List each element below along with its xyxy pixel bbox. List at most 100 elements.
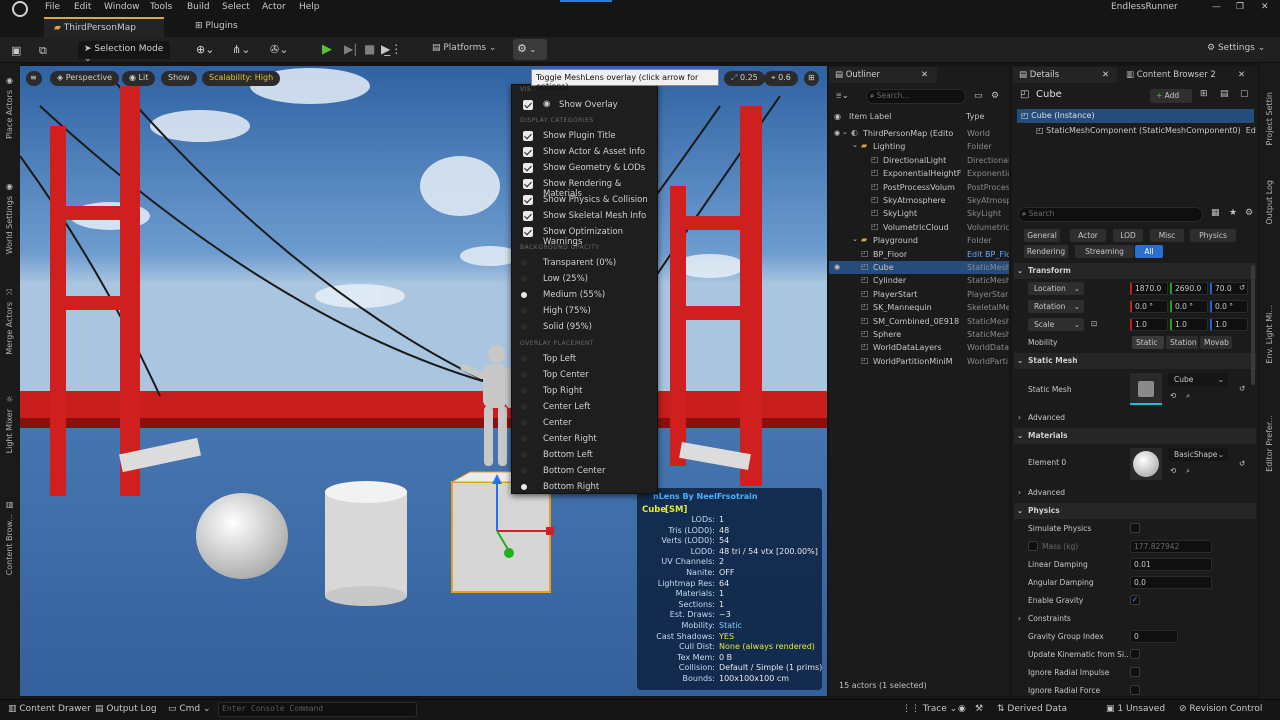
outliner-row[interactable]: ◰ ExponentialHeightF Exponentia	[829, 167, 1009, 180]
outliner-row[interactable]: ◰ SM_Combined_0E918 StaticMesh	[829, 315, 1009, 328]
mobility-static[interactable]: Static	[1132, 336, 1164, 349]
save-icon[interactable]: ▣	[11, 44, 21, 57]
component-row[interactable]: ◰ StaticMeshComponent (StaticMeshCompone…	[1036, 126, 1256, 138]
menu-item-display-1[interactable]: Show Actor & Asset Info	[512, 144, 659, 160]
details-settings-icon[interactable]: ⚙	[1245, 208, 1253, 218]
checkbox[interactable]	[523, 163, 533, 173]
world-settings-icon[interactable]: ◉	[6, 182, 13, 191]
outliner-row[interactable]: ▰ ⌄ Lighting Folder	[829, 140, 1009, 153]
mobility-stationary[interactable]: Station	[1166, 336, 1198, 349]
use-selected-icon[interactable]: ⟲	[1170, 466, 1176, 475]
unsaved-button[interactable]: ▣ 1 Unsaved	[1106, 704, 1165, 714]
table-view-icon[interactable]: ▦	[1211, 208, 1220, 218]
scale-y-field[interactable]: 1.0	[1170, 318, 1208, 331]
column-type[interactable]: Type	[966, 112, 984, 121]
mesh-thumbnail[interactable]	[1130, 373, 1162, 405]
checkbox[interactable]	[523, 179, 533, 189]
layout-button[interactable]: ⊞	[804, 71, 819, 86]
browse-asset-icon[interactable]: ⌕	[1186, 466, 1190, 476]
eject-icon[interactable]: ▶̲⋮	[381, 42, 402, 56]
revision-control-button[interactable]: ⊘ Revision Control	[1179, 704, 1262, 714]
close-icon[interactable]: ✕	[1238, 70, 1245, 80]
menu-tools[interactable]: Tools	[150, 2, 172, 12]
menu-file[interactable]: File	[45, 2, 60, 12]
blueprint-icon[interactable]: ⋔⌄	[232, 43, 250, 56]
component-instance-row[interactable]: ◰ Cube (Instance)	[1017, 109, 1254, 123]
add-component-button[interactable]: + Add	[1150, 89, 1192, 103]
details-view-icon[interactable]: ▤	[1220, 89, 1229, 99]
platforms-button[interactable]: ▤ Platforms ⌄	[432, 43, 496, 53]
rotation-x-field[interactable]: 0.0 °	[1130, 300, 1168, 313]
menu-item-display-6[interactable]: Show Optimization Warnings	[512, 224, 659, 247]
selection-mode-dropdown[interactable]: ➤ Selection Mode ⌄	[78, 41, 170, 64]
ignore-radial-impulse-checkbox[interactable]	[1130, 667, 1140, 677]
close-icon[interactable]: ✕	[1102, 70, 1109, 80]
play-icon[interactable]: ▶	[322, 42, 332, 57]
section-transform[interactable]: ⌄ Transform	[1014, 263, 1256, 279]
menu-item-opacity-0[interactable]: Transparent (0%)	[512, 255, 659, 271]
use-selected-icon[interactable]: ⟲	[1170, 391, 1176, 400]
menu-item-display-4[interactable]: Show Physics & Collision	[512, 192, 659, 208]
output-log-button[interactable]: ▤ Output Log	[95, 704, 157, 714]
menu-item-placement-2[interactable]: Top Right	[512, 383, 659, 399]
outliner-row[interactable]: ◰ Cylinder StaticMesh	[829, 274, 1009, 287]
meshlens-toolbar-button[interactable]: ⚙ ⌄	[513, 39, 547, 60]
browse-asset-icon[interactable]: ⌕	[1186, 391, 1190, 401]
menu-item-placement-6[interactable]: Bottom Left	[512, 447, 659, 463]
reset-icon[interactable]: ↺	[1239, 459, 1245, 468]
menu-item-placement-1[interactable]: Top Center	[512, 367, 659, 383]
menu-item-opacity-4[interactable]: Solid (95%)	[512, 319, 659, 335]
right-tab-editor-preferences[interactable]: Editor Prefer...	[1265, 415, 1274, 472]
menu-item-display-5[interactable]: Show Skeletal Mesh Info	[512, 208, 659, 224]
outliner-row[interactable]: ◉ ◐ ⌄ ThirdPersonMap (Edito World	[829, 127, 1009, 140]
chevron-down-icon[interactable]: ⌄	[852, 141, 858, 149]
filter-icon[interactable]: ⩸⌄	[836, 91, 849, 101]
console-command-input[interactable]: Enter Console Command	[218, 702, 417, 717]
filter-chip[interactable]: LOD	[1113, 229, 1143, 242]
lock-icon[interactable]: ▢	[1240, 89, 1249, 99]
right-tab-project-settings[interactable]: Project Settin	[1265, 92, 1274, 145]
mass-override-checkbox[interactable]	[1028, 541, 1038, 551]
simulate-physics-checkbox[interactable]	[1130, 523, 1140, 533]
reset-icon[interactable]: ↺	[1239, 384, 1245, 393]
advanced-row[interactable]: › Advanced	[1014, 411, 1256, 425]
filter-chip[interactable]: All	[1135, 245, 1163, 258]
section-static-mesh[interactable]: ⌄ Static Mesh	[1014, 353, 1256, 369]
visibility-eye-icon[interactable]: ◉	[834, 129, 840, 137]
show-button[interactable]: Show	[161, 71, 197, 86]
menu-item-show-overlay[interactable]: ◉ Show Overlay	[512, 97, 659, 113]
menu-help[interactable]: Help	[299, 2, 320, 12]
menu-item-opacity-1[interactable]: Low (25%)	[512, 271, 659, 287]
favorite-star-icon[interactable]: ★	[1229, 208, 1237, 218]
settings-button[interactable]: ⚙ Settings ⌄	[1207, 43, 1265, 53]
derived-data-button[interactable]: ⇅ Derived Data	[997, 704, 1067, 714]
filter-chip[interactable]: Actor	[1070, 229, 1106, 242]
camera-speed-button[interactable]: ⤢ 0.25	[724, 71, 765, 86]
outliner-row[interactable]: ◰ WorldPartitionMiniM WorldParti	[829, 355, 1009, 368]
outliner-row[interactable]: ◰ SkyLight SkyLight	[829, 207, 1009, 220]
content-drawer-button[interactable]: ▥ Content Drawer	[8, 704, 91, 714]
tab-plugins[interactable]: ⊞ Plugins	[185, 17, 265, 37]
checkbox[interactable]	[523, 227, 533, 237]
close-window-icon[interactable]: ✕	[1261, 2, 1269, 12]
rotation-z-field[interactable]: 0.0 °	[1210, 300, 1248, 313]
static-mesh-dropdown[interactable]: Cube ⌄	[1168, 373, 1228, 386]
menu-item-placement-7[interactable]: Bottom Center	[512, 463, 659, 479]
tools-icon[interactable]: ⚒	[975, 704, 983, 714]
menu-item-display-3[interactable]: Show Rendering & Materials	[512, 176, 659, 199]
outliner-row[interactable]: ◰ PostProcessVolum PostProces	[829, 181, 1009, 194]
details-search-input[interactable]: ⌕ Search	[1018, 207, 1203, 222]
menu-actor[interactable]: Actor	[262, 2, 286, 12]
record-icon[interactable]: ◉	[958, 704, 966, 714]
filter-chip[interactable]: General	[1024, 229, 1060, 242]
outliner-row[interactable]: ◰ WorldDataLayers WorldDatal	[829, 341, 1009, 354]
location-y-field[interactable]: 2690.0	[1170, 282, 1208, 295]
perspective-button[interactable]: ◈ Perspective	[50, 71, 120, 86]
filter-chip[interactable]: Physics	[1190, 229, 1236, 242]
menu-item-placement-3[interactable]: Center Left	[512, 399, 659, 415]
menu-item-display-2[interactable]: Show Geometry & LODs	[512, 160, 659, 176]
update-kinematic-checkbox[interactable]	[1130, 649, 1140, 659]
material-dropdown[interactable]: BasicShape ⌄	[1168, 448, 1228, 461]
tab-thirdpersonmap[interactable]: ▰ ThirdPersonMap	[44, 17, 164, 37]
scale-z-field[interactable]: 1.0	[1210, 318, 1248, 331]
